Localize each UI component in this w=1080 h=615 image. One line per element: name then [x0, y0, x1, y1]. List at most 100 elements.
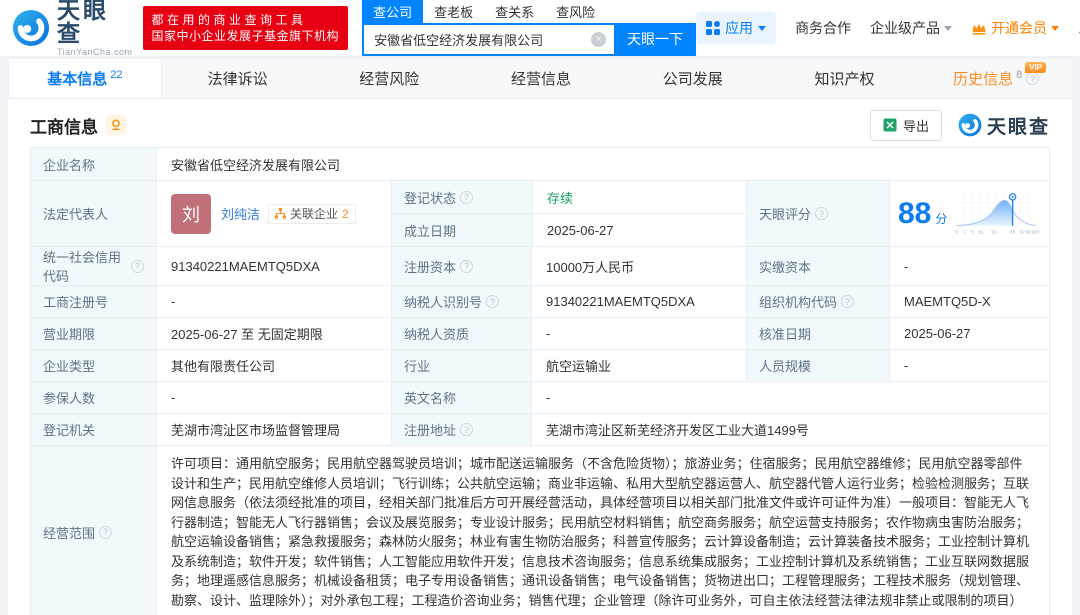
field-label: 登记状态 ?: [392, 181, 532, 213]
promo-line2: 国家中小企业发展子基金旗下机构: [151, 29, 340, 43]
legal-rep-avatar[interactable]: 刘: [171, 193, 211, 234]
help-question-icon[interactable]: ?: [460, 259, 474, 273]
table-row: 经营范围 ? 许可项目：通用航空服务；民用航空器驾驶员培训；城市配送运输服务（不…: [31, 445, 1049, 615]
vip-label: 开通会员: [991, 20, 1048, 36]
apps-label: 应用: [725, 20, 754, 36]
tab-company-development[interactable]: 公司发展: [617, 59, 769, 98]
chevron-down-icon: [944, 25, 953, 31]
nav-enterprise-products[interactable]: 企业级产品: [870, 18, 953, 38]
score-unit: 分: [935, 212, 948, 226]
help-question-icon[interactable]: ?: [486, 295, 500, 308]
score-cell: 88 分 0 1 5 15 50 85 97 99 100: [889, 181, 1051, 246]
help-question-icon[interactable]: ?: [815, 207, 829, 220]
apps-menu[interactable]: 应用: [696, 12, 777, 44]
help-question-icon[interactable]: ?: [131, 259, 144, 273]
section-badge-icon: [106, 115, 126, 135]
establish-date-value: 2025-06-27: [532, 214, 747, 246]
svg-text:97: 97: [1020, 229, 1026, 234]
table-row: 法定代表人 刘 刘纯洁 关联企业 2 登记状态 ? 存续 成立日期 2025-0…: [31, 180, 1049, 246]
search-input[interactable]: [362, 22, 615, 56]
export-button[interactable]: 导出: [869, 109, 942, 141]
watermark-logo: 天眼查: [958, 112, 1050, 139]
taxpayer-quality-value: -: [531, 318, 746, 349]
reg-address-value: 芜湖市湾沚区新芜经济开发区工业大道1499号: [531, 414, 1049, 445]
export-excel-icon: [883, 118, 897, 132]
svg-text:50: 50: [992, 229, 998, 234]
tab-label: 历史信息: [953, 71, 1014, 88]
search-button[interactable]: 天眼一下: [614, 22, 697, 56]
tab-operation-info[interactable]: 经营信息: [465, 59, 617, 98]
field-label-text: 经营范围: [43, 525, 96, 541]
field-label: 经营范围 ?: [31, 446, 156, 615]
svg-text:85: 85: [1010, 229, 1016, 234]
field-label: 纳税人识别号 ?: [391, 286, 531, 317]
score-distribution-chart[interactable]: 0 1 5 15 50 85 97 99 100: [951, 190, 1039, 238]
related-count: 2: [342, 206, 349, 221]
field-label: 企业类型: [31, 350, 156, 381]
field-label: 注册地址 ?: [391, 414, 531, 445]
tianyancha-logo-icon: [12, 9, 50, 47]
company-detail-card: 基本信息 22 法律诉讼 经营风险 经营信息 公司发展 知识产权 VIP 历史信…: [8, 59, 1072, 615]
search-block: 查公司 查老板 查关系 查风险 × 天眼一下: [362, 0, 697, 56]
nav-cooperation[interactable]: 商务合作: [795, 18, 851, 38]
related-companies-badge[interactable]: 关联企业 2: [268, 203, 356, 224]
status-date-subgrid: 登记状态 ? 存续 成立日期 2025-06-27: [391, 181, 746, 246]
field-label: 核准日期: [746, 318, 889, 349]
crown-icon: [971, 22, 987, 35]
business-info-table: 企业名称 安徽省低空经济发展有限公司 法定代表人 刘 刘纯洁 关联企业 2 登记…: [30, 147, 1050, 615]
search-tab-relation[interactable]: 查关系: [484, 0, 545, 23]
tab-legal-litigation[interactable]: 法律诉讼: [162, 59, 314, 98]
search-tab-company[interactable]: 查公司: [362, 0, 424, 23]
reg-capital-value: 10000万人民币: [531, 247, 746, 285]
industry-value: 航空运输业: [531, 350, 746, 381]
legal-rep-link[interactable]: 刘纯洁: [221, 204, 260, 223]
company-tab-bar: 基本信息 22 法律诉讼 经营风险 经营信息 公司发展 知识产权 VIP 历史信…: [8, 59, 1072, 99]
table-row: 参保人数 - 英文名称 -: [31, 381, 1049, 413]
field-label: 统一社会信用代码 ?: [31, 247, 156, 285]
help-question-icon[interactable]: ?: [99, 525, 113, 539]
apps-grid-icon: [706, 21, 721, 35]
field-label: 实缴资本: [746, 247, 889, 285]
search-tab-boss[interactable]: 查老板: [423, 0, 484, 23]
field-label-text: 组织机构代码: [759, 295, 838, 310]
search-tab-risk[interactable]: 查风险: [545, 0, 606, 23]
field-label: 天眼评分 ?: [746, 181, 889, 246]
tab-operation-risk[interactable]: 经营风险: [313, 59, 465, 98]
nav-open-vip[interactable]: 开通会员: [971, 18, 1060, 38]
table-row: 企业名称 安徽省低空经济发展有限公司: [31, 148, 1049, 180]
field-label: 法定代表人: [31, 181, 156, 246]
field-label: 企业名称: [31, 148, 156, 180]
tab-basic-info[interactable]: 基本信息 22: [8, 59, 162, 98]
logo-title: 天眼查: [57, 0, 109, 46]
field-label: 纳税人资质: [391, 318, 531, 349]
field-label: 成立日期: [392, 214, 532, 246]
help-question-icon[interactable]: ?: [841, 295, 855, 308]
tab-count: 22: [110, 68, 123, 81]
help-question-icon[interactable]: ?: [1026, 72, 1040, 85]
svg-text:15: 15: [978, 229, 984, 234]
promo-banner: 都在用的商业查询工具 国家中小企业发展子基金旗下机构: [142, 6, 349, 50]
tab-history-info[interactable]: VIP 历史信息 8 ?: [920, 59, 1072, 98]
search-tabs: 查公司 查老板 查关系 查风险: [362, 0, 696, 23]
score-value: 88: [898, 196, 932, 230]
tab-count: 8: [1016, 68, 1023, 81]
help-question-icon[interactable]: ?: [460, 190, 474, 204]
table-row: 工商注册号 - 纳税人识别号 ? 91340221MAEMTQ5DXA 组织机构…: [31, 285, 1049, 317]
help-question-icon[interactable]: ?: [460, 423, 474, 436]
field-label: 注册资本 ?: [391, 247, 531, 285]
reg-authority-value: 芜湖市湾沚区市场监督管理局: [156, 414, 391, 445]
tab-intellectual-property[interactable]: 知识产权: [769, 59, 921, 98]
credit-code-value: 91340221MAEMTQ5DXA: [156, 247, 391, 285]
field-label: 行业: [391, 350, 531, 381]
field-label-text: 注册地址: [404, 423, 457, 438]
field-label: 组织机构代码 ?: [746, 286, 889, 317]
clear-search-icon[interactable]: ×: [591, 31, 607, 47]
tianyancha-logo[interactable]: 天眼查 TianYanCha.com: [12, 0, 133, 57]
approval-date-value: 2025-06-27: [889, 318, 1051, 349]
tab-label: 知识产权: [814, 71, 875, 88]
field-label: 工商注册号: [31, 286, 156, 317]
tab-label: 法律诉讼: [207, 71, 268, 88]
svg-text:1: 1: [964, 229, 967, 234]
table-row: 统一社会信用代码 ? 91340221MAEMTQ5DXA 注册资本 ? 100…: [31, 246, 1049, 285]
company-type-value: 其他有限责任公司: [156, 350, 391, 381]
